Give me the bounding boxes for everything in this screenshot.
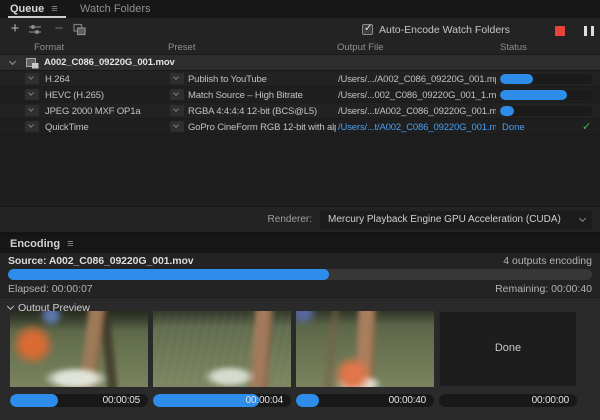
clip-icon	[26, 58, 39, 69]
media-encoder-window: Queue ≡ Watch Folders + − Auto-Encode Wat…	[0, 0, 600, 420]
output-file-path[interactable]: /Users/...002_C086_09220G_001_1.mp4	[338, 90, 496, 101]
source-row[interactable]: A002_C086_09220G_001.mov	[0, 55, 600, 71]
preview-progress-bar: 00:00:40	[296, 394, 434, 407]
output-preview-section: Output Preview Done 00:00:05 00:00:04 00…	[0, 297, 600, 420]
video-frame	[153, 311, 291, 387]
chevron-down-icon	[173, 106, 179, 112]
preview-progress-bar: 00:00:00	[439, 394, 577, 407]
preview-time: 00:00:05	[103, 395, 140, 406]
preview-progress-bar: 00:00:05	[10, 394, 148, 407]
format-dropdown[interactable]	[25, 89, 39, 100]
chevron-down-icon	[28, 90, 34, 96]
encoding-source-line: Source: A002_C086_09220G_001.mov 4 outpu…	[0, 255, 600, 268]
format-dropdown[interactable]	[25, 121, 39, 132]
renderer-row: Renderer: Mercury Playback Engine GPU Ac…	[0, 206, 600, 232]
auto-encode-checkbox[interactable]	[362, 24, 373, 35]
chevron-down-icon	[28, 74, 34, 80]
encoding-tab-bar: Encoding ≡	[0, 236, 600, 253]
queue-empty-area	[0, 135, 600, 206]
tab-queue-label: Queue	[10, 3, 44, 15]
tab-encoding[interactable]: Encoding ≡	[10, 236, 74, 253]
format-cell[interactable]: HEVC (H.265)	[45, 90, 163, 101]
source-filename: A002_C086_09220G_001.mov	[44, 57, 175, 68]
preset-dropdown[interactable]	[170, 73, 184, 84]
elapsed-time: Elapsed: 00:00:07	[8, 283, 93, 295]
chevron-down-icon	[579, 215, 586, 222]
output-file-link[interactable]: /Users/...t/A002_C086_09220G_001.mov	[338, 122, 496, 133]
format-cell[interactable]: H.264	[45, 74, 163, 85]
preset-cell[interactable]: GoPro CineForm RGB 12-bit with alpha	[188, 122, 336, 133]
preview-time: 00:00:40	[389, 395, 426, 406]
column-header-status: Status	[500, 42, 527, 53]
format-cell[interactable]: JPEG 2000 MXF OP1a	[45, 106, 163, 117]
tab-watch-folders-label: Watch Folders	[80, 3, 151, 15]
queue-column-headers: Format Preset Output File Status	[0, 41, 600, 55]
column-header-format: Format	[34, 42, 64, 53]
queue-toolbar: + − Auto-Encode Watch Folders	[0, 18, 600, 41]
queue-output-row[interactable]: JPEG 2000 MXF OP1a RGBA 4:4:4:4 12-bit (…	[0, 103, 600, 119]
preset-dropdown[interactable]	[170, 105, 184, 116]
format-cell[interactable]: QuickTime	[45, 122, 163, 133]
queue-output-row[interactable]: HEVC (H.265) Match Source – High Bitrate…	[0, 87, 600, 103]
preset-cell[interactable]: RGBA 4:4:4:4 12-bit (BCS@L5)	[188, 106, 336, 117]
format-dropdown[interactable]	[25, 73, 39, 84]
status-done-text: Done	[502, 122, 525, 133]
preview-thumbnail	[10, 311, 148, 387]
column-header-output-file: Output File	[337, 42, 383, 53]
tab-queue[interactable]: Queue ≡	[10, 0, 58, 18]
renderer-value: Mercury Playback Engine GPU Acceleration…	[328, 214, 561, 225]
tab-encoding-label: Encoding	[10, 238, 60, 250]
preset-dropdown[interactable]	[170, 89, 184, 100]
collapse-chevron-icon	[7, 303, 14, 310]
preview-thumbnail	[296, 311, 434, 387]
preset-cell[interactable]: Publish to YouTube	[188, 74, 336, 85]
video-frame	[10, 311, 148, 387]
status-progress-bar	[500, 74, 593, 84]
outputs-encoding-count: 4 outputs encoding	[503, 255, 592, 267]
overall-progress-bar	[8, 269, 592, 280]
preview-thumbnail	[153, 311, 291, 387]
chevron-down-icon	[173, 74, 179, 80]
status-progress-bar	[500, 106, 593, 116]
status-progress-bar	[500, 90, 593, 100]
chevron-down-icon	[28, 106, 34, 112]
encoding-time-line: Elapsed: 00:00:07 Remaining: 00:00:40	[0, 283, 600, 296]
duplicate-icon[interactable]	[72, 23, 86, 36]
preset-cell[interactable]: Match Source – High Bitrate	[188, 90, 336, 101]
preview-done-box: Done	[439, 311, 577, 387]
panel-menu-icon[interactable]: ≡	[67, 238, 73, 250]
chevron-down-icon	[28, 122, 34, 128]
stop-queue-button[interactable]	[555, 26, 565, 36]
chevron-down-icon	[173, 90, 179, 96]
preview-time: 00:00:00	[532, 395, 569, 406]
auto-encode-label: Auto-Encode Watch Folders	[379, 24, 510, 36]
add-preset-icon[interactable]	[28, 23, 42, 36]
panel-menu-icon[interactable]: ≡	[51, 3, 57, 15]
column-header-preset: Preset	[168, 42, 195, 53]
queue-output-row[interactable]: H.264 Publish to YouTube /Users/.../A002…	[0, 71, 600, 87]
output-file-path[interactable]: /Users/.../A002_C086_09220G_001.mp4	[338, 74, 496, 85]
remaining-time: Remaining: 00:00:40	[495, 283, 592, 295]
renderer-select[interactable]: Mercury Playback Engine GPU Acceleration…	[320, 211, 592, 229]
tab-watch-folders[interactable]: Watch Folders	[80, 0, 151, 18]
queue-tab-bar: Queue ≡ Watch Folders	[0, 0, 600, 18]
queue-output-row[interactable]: QuickTime GoPro CineForm RGB 12-bit with…	[0, 119, 600, 135]
renderer-label: Renderer:	[200, 214, 312, 225]
collapse-chevron-icon[interactable]	[9, 58, 16, 65]
preset-dropdown[interactable]	[170, 121, 184, 132]
preview-progress-bar: 00:00:04	[153, 394, 291, 407]
success-check-icon	[582, 120, 591, 133]
chevron-down-icon	[173, 122, 179, 128]
add-source-button[interactable]: +	[6, 20, 24, 38]
preview-done-label: Done	[440, 342, 576, 354]
pause-queue-button[interactable]	[584, 26, 594, 36]
encoding-source-text: Source: A002_C086_09220G_001.mov	[8, 255, 194, 267]
video-frame	[296, 311, 434, 387]
preview-time: 00:00:04	[246, 395, 283, 406]
format-dropdown[interactable]	[25, 105, 39, 116]
remove-button[interactable]: −	[50, 20, 68, 38]
output-file-path[interactable]: /Users/...t/A002_C086_09220G_001.mxf	[338, 106, 496, 117]
